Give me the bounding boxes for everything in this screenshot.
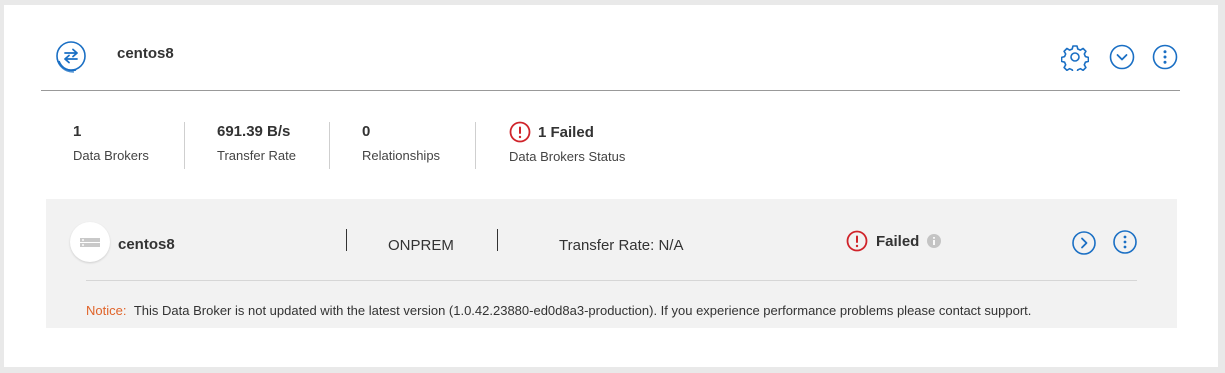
settings-gear-icon[interactable] <box>1060 43 1090 74</box>
stat-divider <box>184 122 185 169</box>
expand-chevron-icon[interactable] <box>1108 43 1136 71</box>
stat-broker-status: 1 Failed Data Brokers Status <box>509 121 625 164</box>
error-alert-icon <box>509 121 531 143</box>
stat-transfer-rate: 691.39 B/s Transfer Rate <box>217 123 296 163</box>
broker-divider <box>86 280 1137 281</box>
data-broker-row: centos8 ONPREM Transfer Rate: N/A Failed <box>46 199 1177 328</box>
stat-relationships: 0 Relationships <box>362 123 440 163</box>
stat-value: 691.39 B/s <box>217 123 291 140</box>
header-divider <box>41 90 1180 91</box>
broker-more-options-icon[interactable] <box>1112 229 1138 255</box>
broker-status-label: Failed <box>876 232 920 250</box>
column-divider <box>497 229 498 251</box>
stat-divider <box>475 122 476 169</box>
more-options-icon[interactable] <box>1151 43 1179 71</box>
stat-divider <box>329 122 330 169</box>
stat-label: Data Brokers Status <box>509 149 626 164</box>
server-icon <box>70 222 110 262</box>
open-details-chevron-icon[interactable] <box>1071 230 1097 256</box>
group-title: centos8 <box>117 45 174 62</box>
notice-label: Notice: <box>86 303 127 318</box>
broker-type: ONPREM <box>388 237 454 254</box>
broker-transfer-rate: Transfer Rate: N/A <box>559 237 684 254</box>
stat-label: Relationships <box>362 148 441 163</box>
broker-status: Failed <box>846 230 942 252</box>
stat-data-brokers: 1 Data Brokers <box>73 123 149 163</box>
error-alert-icon <box>846 230 868 252</box>
info-icon[interactable] <box>927 234 942 248</box>
column-divider <box>346 229 347 251</box>
stat-value: 1 <box>73 123 82 140</box>
stat-value: 1 Failed <box>538 123 594 141</box>
stat-label: Data Brokers <box>73 148 149 163</box>
data-broker-group-card: centos8 1 Data Brokers 691.39 B/s Transf… <box>4 5 1218 367</box>
version-notice: Notice: This Data Broker is not updated … <box>86 303 1031 318</box>
stat-value: 0 <box>362 123 371 140</box>
stat-label: Transfer Rate <box>217 148 296 163</box>
sync-arrows-icon <box>54 39 88 73</box>
broker-name[interactable]: centos8 <box>118 236 175 253</box>
notice-text: This Data Broker is not updated with the… <box>133 303 1032 318</box>
